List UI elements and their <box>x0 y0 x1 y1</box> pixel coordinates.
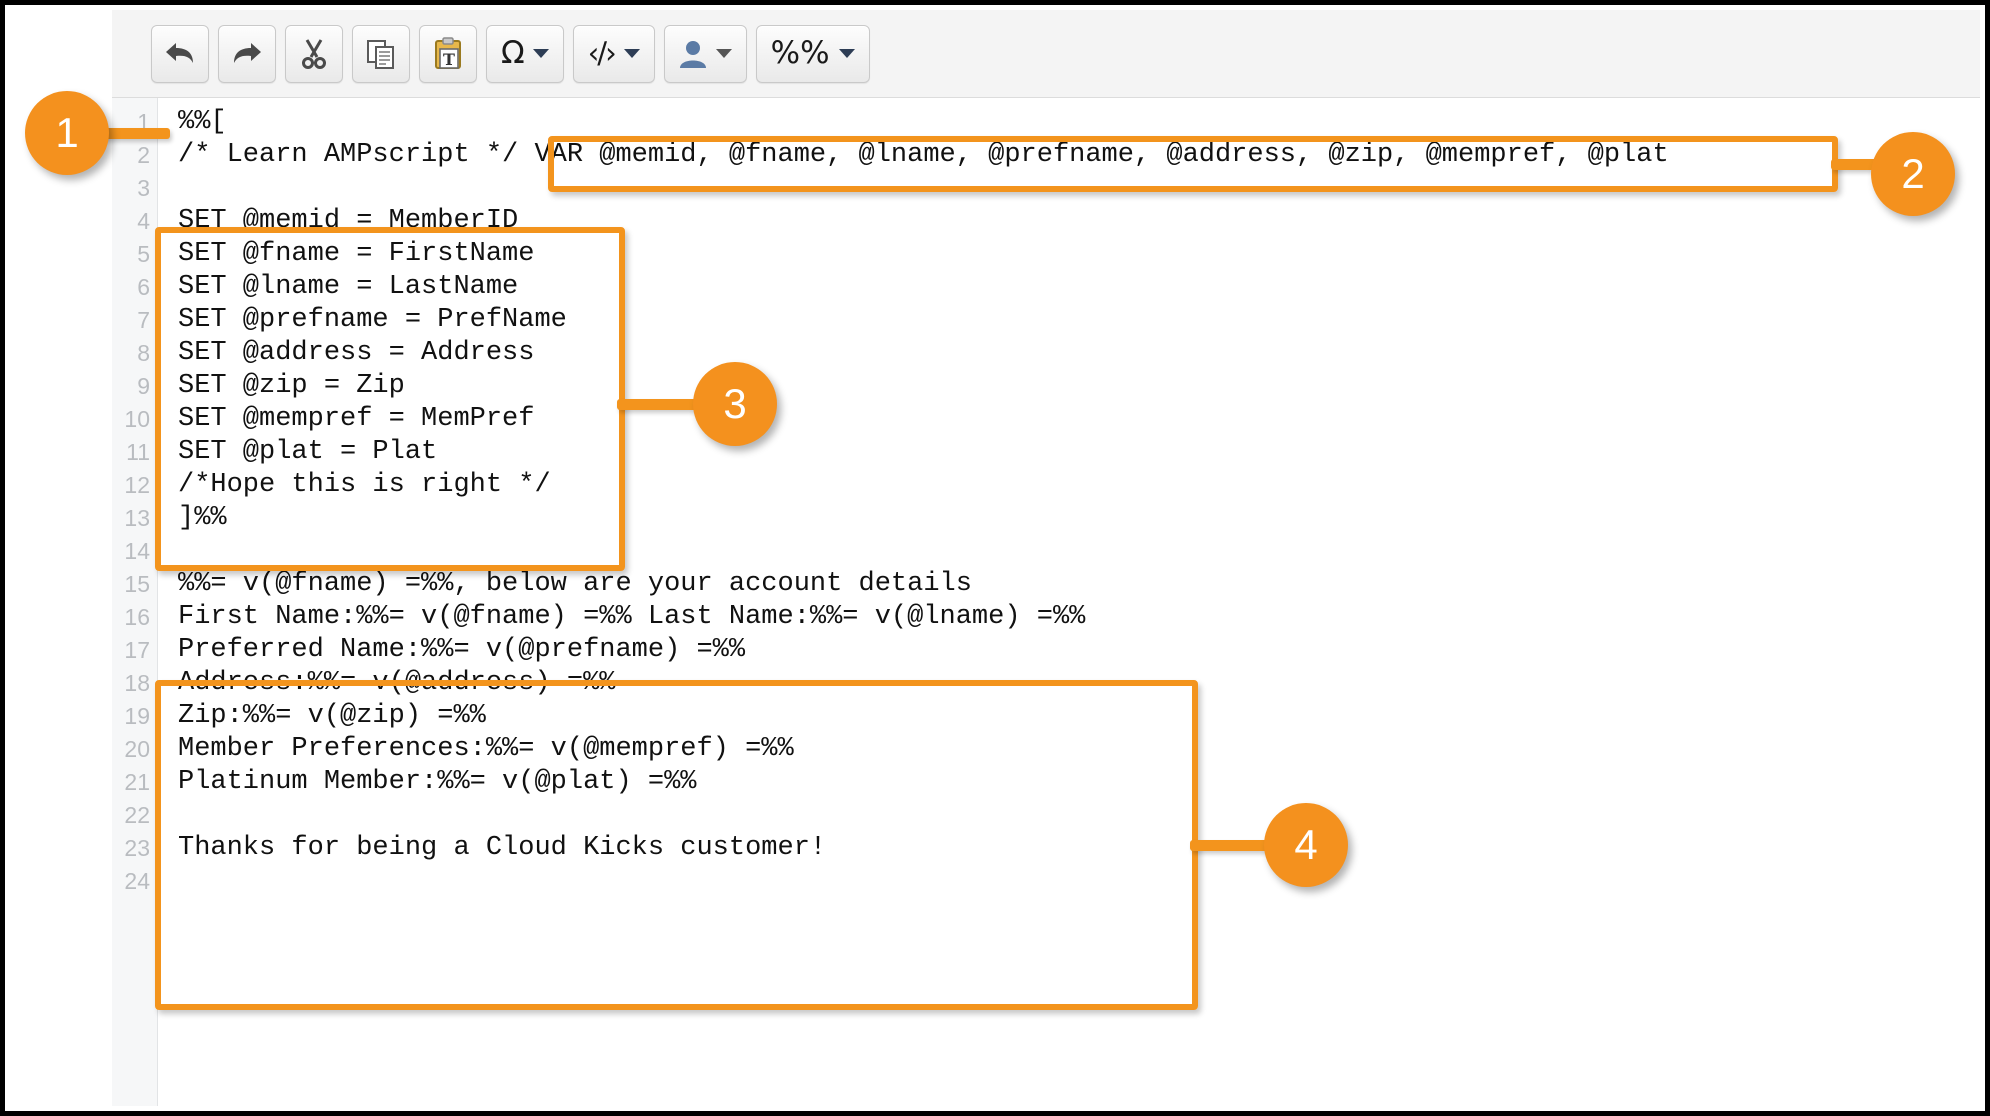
line-number: 3 <box>137 175 150 201</box>
undo-arrow-icon <box>163 39 197 69</box>
chevron-down-icon <box>532 49 549 58</box>
personalization-button[interactable] <box>663 24 747 83</box>
line-number: 13 <box>124 505 150 531</box>
line-number: 19 <box>124 703 150 729</box>
callout-label: 3 <box>723 380 747 427</box>
code-line[interactable]: Preferred Name:%%= v(@prefname) =%% <box>178 634 745 667</box>
special-character-button[interactable]: Ω <box>486 24 564 83</box>
code-line[interactable]: SET @mempref = MemPref <box>178 403 534 436</box>
line-number-gutter: 1 2 3 4 5 6 7 8 9 10 11 12 13 14 15 16 17 18 19 20 21 22 23 24 <box>112 98 158 1106</box>
callout-marker-3: 3 <box>693 362 777 446</box>
code-line[interactable]: Address:%%= v(@address) =%% <box>178 667 615 700</box>
line-number: 5 <box>137 241 150 267</box>
ampscript-button[interactable]: %% <box>755 24 870 83</box>
code-line[interactable]: /*Hope this is right */ <box>178 469 551 502</box>
line-number: 10 <box>124 406 150 432</box>
code-editor-surface[interactable]: 1 2 3 4 5 6 7 8 9 10 11 12 13 14 15 16 17 18 19 20 21 22 23 24 … <box>112 98 1980 1106</box>
chevron-down-icon <box>838 49 855 58</box>
code-line[interactable]: %%[ <box>178 106 227 139</box>
line-number: 23 <box>124 835 150 861</box>
line-number: 11 <box>126 439 150 465</box>
undo-button[interactable] <box>151 24 209 83</box>
line-number: 22 <box>124 802 150 828</box>
scissors-icon <box>299 38 329 70</box>
code-line[interactable]: Platinum Member:%%= v(@plat) =%% <box>178 766 696 799</box>
line-number: 8 <box>137 340 150 366</box>
line-number: 4 <box>137 208 150 234</box>
code-brackets-icon: ‹/› <box>587 36 617 70</box>
line-number: 1 <box>137 109 150 135</box>
line-number: 6 <box>137 274 150 300</box>
code-line[interactable]: SET @prefname = PrefName <box>178 304 567 337</box>
clipboard-text-icon: T <box>432 36 464 71</box>
screenshot-root: T Ω ‹/› %% 1 2 3 4 5 6 7 8 9 10 11 12 13… <box>0 0 1990 1116</box>
code-line[interactable]: /* Learn AMPscript */ VAR @memid, @fname… <box>178 139 1669 172</box>
callout-label: 1 <box>55 109 79 156</box>
code-content[interactable]: %%[/* Learn AMPscript */ VAR @memid, @fn… <box>158 98 1980 1106</box>
line-number: 18 <box>124 670 150 696</box>
callout-marker-1: 1 <box>25 91 109 175</box>
code-line[interactable]: ]%% <box>178 502 227 535</box>
chevron-down-icon <box>715 49 732 58</box>
redo-button[interactable] <box>218 24 276 83</box>
code-line[interactable]: First Name:%%= v(@fname) =%% Last Name:%… <box>178 601 1085 634</box>
callout-marker-4: 4 <box>1264 803 1348 887</box>
line-number: 16 <box>124 604 150 630</box>
line-number: 12 <box>124 472 150 498</box>
callout-label: 2 <box>1901 150 1925 197</box>
line-number: 9 <box>137 373 150 399</box>
code-line[interactable]: Zip:%%= v(@zip) =%% <box>178 700 486 733</box>
svg-text:T: T <box>443 50 455 69</box>
callout-label: 4 <box>1294 821 1318 868</box>
ampscript-editor-window: T Ω ‹/› %% 1 2 3 4 5 6 7 8 9 10 11 12 13… <box>112 10 1980 1106</box>
person-icon <box>679 39 707 69</box>
copy-documents-icon <box>365 38 397 70</box>
code-line[interactable]: SET @memid = MemberID <box>178 205 518 238</box>
source-code-button[interactable]: ‹/› <box>572 24 655 83</box>
percent-percent-icon: %% <box>770 35 830 71</box>
line-number: 2 <box>137 142 150 168</box>
line-number: 21 <box>124 769 150 795</box>
line-number: 24 <box>124 868 150 894</box>
code-line[interactable]: SET @zip = Zip <box>178 370 405 403</box>
code-line[interactable]: SET @lname = LastName <box>178 271 518 304</box>
line-number: 15 <box>124 571 150 597</box>
editor-toolbar: T Ω ‹/› %% <box>112 10 1980 98</box>
code-line[interactable]: Member Preferences:%%= v(@mempref) =%% <box>178 733 794 766</box>
paste-as-text-button[interactable]: T <box>419 24 477 83</box>
code-line[interactable]: SET @plat = Plat <box>178 436 437 469</box>
code-line[interactable]: %%= v(@fname) =%%, below are your accoun… <box>178 568 972 601</box>
chevron-down-icon <box>623 49 640 58</box>
copy-button[interactable] <box>352 24 410 83</box>
callout-marker-2: 2 <box>1871 132 1955 216</box>
line-number: 7 <box>137 307 150 333</box>
line-number: 20 <box>124 736 150 762</box>
code-line[interactable]: SET @address = Address <box>178 337 534 370</box>
line-number: 14 <box>124 538 150 564</box>
redo-arrow-icon <box>230 39 264 69</box>
code-line[interactable]: SET @fname = FirstName <box>178 238 534 271</box>
omega-icon: Ω <box>501 35 525 71</box>
line-number: 17 <box>124 637 150 663</box>
cut-button[interactable] <box>285 24 343 83</box>
code-line[interactable]: Thanks for being a Cloud Kicks customer! <box>178 832 826 865</box>
